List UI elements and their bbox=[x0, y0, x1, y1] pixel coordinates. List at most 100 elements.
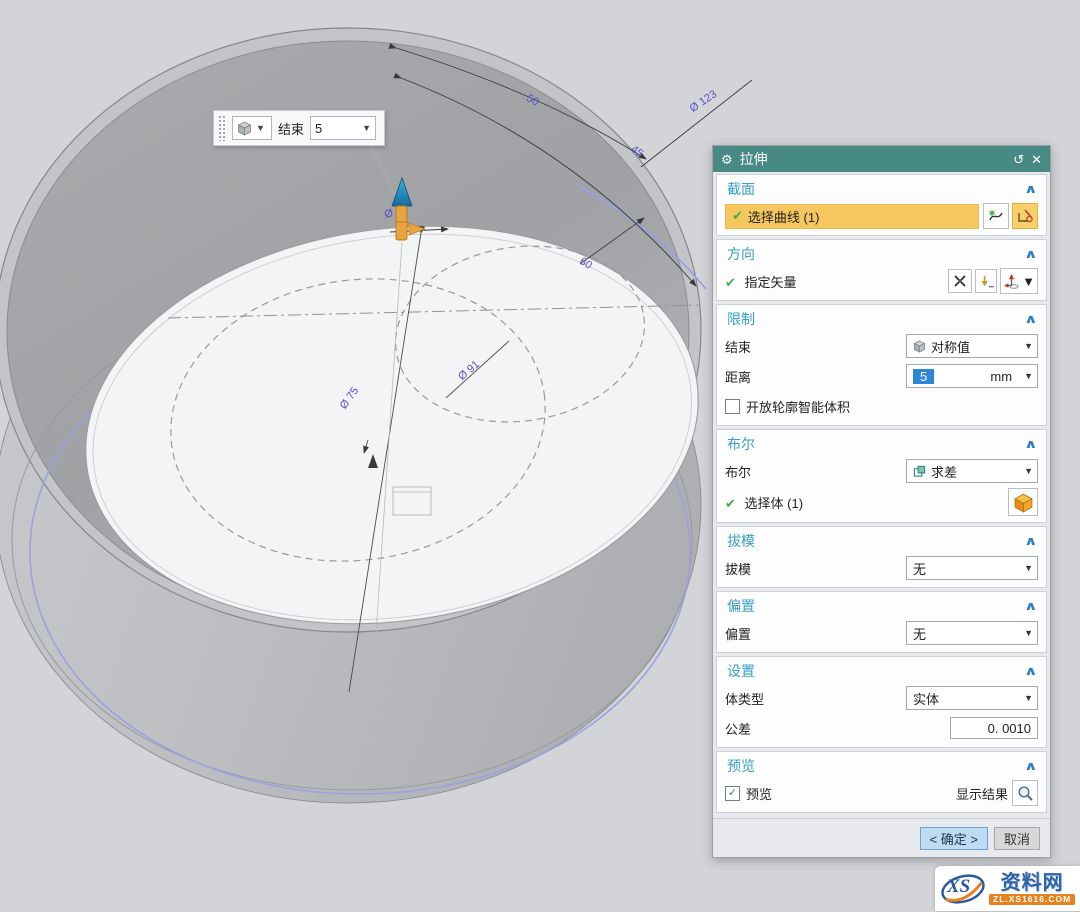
body-type-label: 体类型 bbox=[725, 689, 764, 708]
toolbar-end-value: 5 bbox=[315, 121, 322, 136]
boolean-dropdown[interactable]: 求差 ▼ bbox=[906, 459, 1038, 483]
body-type-dropdown[interactable]: 实体 ▼ bbox=[906, 686, 1038, 710]
offset-value: 无 bbox=[913, 624, 926, 643]
boolean-value: 求差 bbox=[931, 462, 957, 481]
tolerance-label: 公差 bbox=[725, 719, 751, 738]
direction-card: 方向 ∧ ✔ 指定矢量 bbox=[716, 239, 1047, 301]
limits-title: 限制 bbox=[727, 309, 755, 329]
distance-input[interactable]: 5 mm ▼ bbox=[906, 364, 1038, 388]
watermark-site-url: ZL.XS1616.COM bbox=[989, 894, 1075, 905]
cancel-button[interactable]: 取消 bbox=[994, 827, 1040, 850]
check-icon: ✔ bbox=[725, 496, 736, 511]
boolean-card: 布尔 ∧ 布尔 求差 ▼ ✔ 选择体 (1) bbox=[716, 429, 1047, 523]
gear-icon: ⚙ bbox=[721, 153, 733, 166]
select-curve-label: 选择曲线 (1) bbox=[748, 207, 820, 226]
draft-title: 拔模 bbox=[727, 531, 755, 551]
collapse-chevron-icon[interactable]: ∧ bbox=[1024, 437, 1038, 451]
preview-label: 预览 bbox=[746, 784, 772, 803]
chevron-down-icon: ▼ bbox=[1021, 628, 1033, 638]
distance-label: 距离 bbox=[725, 367, 751, 386]
chevron-down-icon: ▼ bbox=[1022, 274, 1035, 289]
ok-button[interactable]: < 确定 > bbox=[920, 827, 988, 850]
check-icon: ✔ bbox=[732, 208, 743, 224]
chevron-down-icon: ▼ bbox=[1021, 693, 1033, 703]
vector-axis-dropdown[interactable]: ▼ bbox=[1000, 268, 1038, 294]
reset-icon[interactable]: ↺ bbox=[1013, 153, 1024, 166]
collapse-chevron-icon[interactable]: ∧ bbox=[1024, 182, 1038, 196]
tolerance-value: 0. 0010 bbox=[988, 721, 1031, 736]
logo-text: XS bbox=[947, 876, 970, 898]
watermark: XS 资料网 ZL.XS1616.COM bbox=[935, 866, 1080, 911]
vector-axis-icon bbox=[1003, 273, 1020, 290]
open-profile-label: 开放轮廓智能体积 bbox=[746, 397, 850, 416]
chevron-down-icon: ▼ bbox=[1021, 341, 1033, 351]
draft-value: 无 bbox=[913, 559, 926, 578]
preview-checkbox[interactable]: ✓ bbox=[725, 786, 740, 801]
curve-rule-button[interactable] bbox=[983, 203, 1009, 229]
collapse-chevron-icon[interactable]: ∧ bbox=[1024, 247, 1038, 261]
body-type-value: 实体 bbox=[913, 689, 939, 708]
settings-card: 设置 ∧ 体类型 实体 ▼ 公差 0. 0010 bbox=[716, 656, 1047, 748]
chevron-down-icon: ▼ bbox=[1021, 466, 1033, 476]
chevron-down-icon: ▼ bbox=[1021, 563, 1033, 573]
select-body-button[interactable] bbox=[1008, 488, 1038, 516]
end-type-value: 对称值 bbox=[931, 337, 970, 356]
magnifier-icon bbox=[1017, 785, 1034, 802]
chevron-down-icon: ▼ bbox=[256, 123, 265, 133]
preview-title: 预览 bbox=[727, 756, 755, 776]
watermark-logo: XS bbox=[939, 871, 987, 907]
toolbar-end-value-dropdown[interactable]: 5 ▼ bbox=[310, 116, 376, 140]
chevron-down-icon: ▼ bbox=[1021, 371, 1033, 381]
offset-dropdown[interactable]: 无 ▼ bbox=[906, 621, 1038, 645]
limit-type-dropdown[interactable]: ▼ bbox=[232, 116, 272, 140]
show-result-button[interactable] bbox=[1012, 780, 1038, 806]
cube-icon bbox=[237, 121, 252, 136]
symmetric-value-icon bbox=[913, 340, 926, 353]
vector-cross-icon bbox=[953, 274, 967, 288]
toolbar-grip-handle[interactable] bbox=[218, 115, 226, 141]
show-result-label: 显示结果 bbox=[956, 784, 1008, 803]
onscreen-toolbar[interactable]: ▼ 结束 5 ▼ bbox=[213, 110, 385, 146]
sketch-section-button[interactable] bbox=[1012, 203, 1038, 229]
dialog-title: 拉伸 bbox=[740, 149, 768, 169]
boolean-label: 布尔 bbox=[725, 462, 751, 481]
close-icon[interactable]: ✕ bbox=[1031, 153, 1042, 166]
section-card: 截面 ∧ ✔ 选择曲线 (1) bbox=[716, 174, 1047, 236]
collapse-chevron-icon[interactable]: ∧ bbox=[1024, 759, 1038, 773]
dialog-titlebar[interactable]: ⚙ 拉伸 ↺ ✕ bbox=[713, 146, 1050, 172]
select-curve-field[interactable]: ✔ 选择曲线 (1) bbox=[725, 204, 979, 229]
distance-value: 5 bbox=[913, 369, 934, 384]
handle-bar bbox=[396, 206, 407, 240]
check-icon: ✔ bbox=[725, 275, 736, 290]
collapse-chevron-icon[interactable]: ∧ bbox=[1024, 599, 1038, 613]
watermark-site-name: 资料网 bbox=[1001, 872, 1064, 894]
collapse-chevron-icon[interactable]: ∧ bbox=[1024, 312, 1038, 326]
select-body-label: 选择体 (1) bbox=[745, 496, 804, 511]
dialog-footer: < 确定 > 取消 bbox=[713, 818, 1050, 857]
toolbar-end-label: 结束 bbox=[278, 119, 304, 138]
end-type-dropdown[interactable]: 对称值 ▼ bbox=[906, 334, 1038, 358]
end-label: 结束 bbox=[725, 337, 751, 356]
settings-title: 设置 bbox=[727, 661, 755, 681]
point-dialog-icon bbox=[979, 274, 994, 289]
curve-icon bbox=[988, 208, 1004, 224]
solid-body-cube-icon bbox=[1013, 492, 1034, 513]
specify-vector-label: 指定矢量 bbox=[745, 275, 797, 290]
chevron-down-icon: ▼ bbox=[362, 123, 371, 133]
offset-card: 偏置 ∧ 偏置 无 ▼ bbox=[716, 591, 1047, 653]
direction-title: 方向 bbox=[727, 244, 755, 264]
collapse-chevron-icon[interactable]: ∧ bbox=[1024, 664, 1038, 678]
extrude-dialog: ⚙ 拉伸 ↺ ✕ 截面 ∧ ✔ 选择曲线 (1) bbox=[712, 145, 1051, 858]
collapse-chevron-icon[interactable]: ∧ bbox=[1024, 534, 1038, 548]
draft-card: 拔模 ∧ 拔模 无 ▼ bbox=[716, 526, 1047, 588]
tolerance-input[interactable]: 0. 0010 bbox=[950, 717, 1038, 739]
open-profile-checkbox[interactable] bbox=[725, 399, 740, 414]
vector-dialog-button[interactable] bbox=[948, 269, 972, 293]
section-title: 截面 bbox=[727, 179, 755, 199]
distance-unit: mm bbox=[990, 369, 1012, 384]
draft-label: 拔模 bbox=[725, 559, 751, 578]
draft-dropdown[interactable]: 无 ▼ bbox=[906, 556, 1038, 580]
inferred-vector-button[interactable] bbox=[975, 269, 997, 293]
boolean-title: 布尔 bbox=[727, 434, 755, 454]
limits-card: 限制 ∧ 结束 对称值 ▼ 距离 5 m bbox=[716, 304, 1047, 426]
